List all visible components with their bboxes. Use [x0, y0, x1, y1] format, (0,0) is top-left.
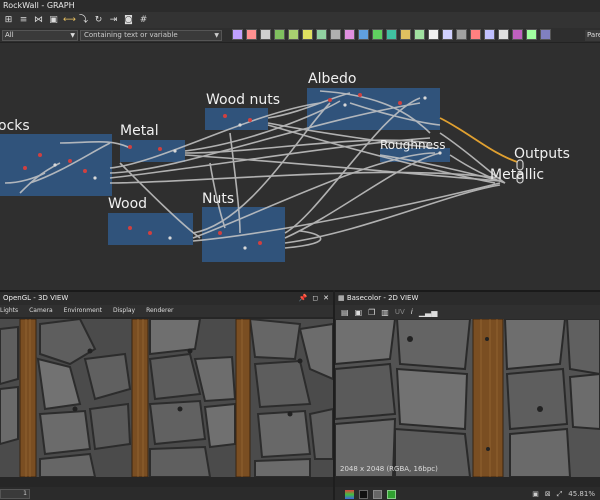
- chevron-down-icon: ▼: [214, 32, 219, 39]
- node-library-icon[interactable]: [344, 29, 355, 40]
- fit-icon[interactable]: ▣: [532, 490, 539, 499]
- node-library-icon[interactable]: [428, 29, 439, 40]
- snapshot-icon[interactable]: ◙: [123, 15, 134, 26]
- branch-icon[interactable]: ⤵: [78, 15, 89, 26]
- chevron-down-icon: ▼: [70, 32, 75, 39]
- view3d-viewport[interactable]: [0, 319, 333, 477]
- copy-icon[interactable]: ❐: [368, 308, 375, 317]
- node-library-icon[interactable]: [358, 29, 369, 40]
- node-library-icons: [232, 29, 551, 40]
- save-icon[interactable]: ▣: [355, 308, 363, 317]
- pin-icon[interactable]: 📌: [299, 292, 308, 305]
- connect-icon[interactable]: ⋈: [33, 15, 44, 26]
- align-icon[interactable]: ≡: [18, 15, 29, 26]
- view3d-header: OpenGL - 3D VIEW 📌 ◻ ✕: [0, 292, 333, 305]
- view3d-title: OpenGL - 3D VIEW: [3, 294, 69, 302]
- view3d-menu-display[interactable]: Display: [113, 305, 135, 317]
- close-icon[interactable]: ✕: [323, 292, 329, 305]
- node-library-icon[interactable]: [246, 29, 257, 40]
- frame-label-wood: Wood: [108, 196, 148, 212]
- node-library-icon[interactable]: [540, 29, 551, 40]
- node-library-icon[interactable]: [372, 29, 383, 40]
- layers-icon[interactable]: ▤: [341, 308, 349, 317]
- node-library-icon[interactable]: [260, 29, 271, 40]
- node-library-icon[interactable]: [442, 29, 453, 40]
- view3d-menu-renderer[interactable]: Renderer: [146, 305, 173, 317]
- graph-canvas[interactable]: ocks Metal Wood nuts Albedo Roughness Ou…: [0, 43, 600, 290]
- gray-bg-icon[interactable]: [373, 490, 382, 499]
- node-filter-select[interactable]: All ▼: [2, 30, 78, 41]
- view3d-footer-select[interactable]: 1: [0, 489, 30, 499]
- node-library-icon[interactable]: [484, 29, 495, 40]
- node-library-icon[interactable]: [316, 29, 327, 40]
- frame-icon[interactable]: ▣: [48, 15, 59, 26]
- view2d-toolbar: ▤ ▣ ❐ ▥ UV 𝑖 ▁▃▅: [335, 305, 600, 319]
- node-library-icon[interactable]: [498, 29, 509, 40]
- node-library-icon[interactable]: [386, 29, 397, 40]
- green-toggle-icon[interactable]: [387, 490, 396, 499]
- node-search-input[interactable]: Containing text or variable ▼: [80, 30, 222, 41]
- view3d-footer-value: 1: [23, 490, 27, 497]
- grid-icon[interactable]: #: [138, 15, 149, 26]
- histogram-icon[interactable]: ▁▃▅: [419, 308, 437, 317]
- view3d-menu-bar: Lights Camera Environment Display Renderer: [0, 305, 333, 317]
- info-icon[interactable]: 𝑖: [411, 307, 413, 317]
- view3d-menu-camera[interactable]: Camera: [29, 305, 53, 317]
- node-library-icon[interactable]: [330, 29, 341, 40]
- uv-button[interactable]: UV: [395, 308, 405, 316]
- view3d-menu-lights[interactable]: Lights: [0, 305, 18, 317]
- node-library-icon[interactable]: [470, 29, 481, 40]
- params-button[interactable]: Pare: [585, 30, 600, 41]
- frame-label-albedo: Albedo: [308, 71, 357, 87]
- channels-icon[interactable]: [345, 490, 354, 499]
- node-library-icon[interactable]: [456, 29, 467, 40]
- graph-toolbar: ⊞ ≡ ⋈ ▣ ⟷ ⤵ ↻ ⇥ ◙ #: [0, 12, 600, 28]
- view2d-title: Basecolor - 2D VIEW: [346, 294, 419, 302]
- view2d-status-bar: ▣ ⊠ ⤢ 45.81%: [335, 487, 600, 500]
- black-bg-icon[interactable]: [359, 490, 368, 499]
- substance-designer-window: RockWall - GRAPH ⊞ ≡ ⋈ ▣ ⟷ ⤵ ↻ ⇥ ◙ # All…: [0, 0, 600, 500]
- frame-label-metal: Metal: [120, 123, 159, 139]
- frame-label-outputs: Outputs: [514, 146, 570, 162]
- basecolor-2d-texture: [335, 319, 600, 477]
- resolution-label: 2048 x 2048 (RGBA, 16bpc): [340, 465, 438, 473]
- fullscreen-icon[interactable]: ⤢: [557, 490, 563, 499]
- view2d-viewport[interactable]: 2048 x 2048 (RGBA, 16bpc): [335, 319, 600, 477]
- view2d-icon: ▦: [338, 294, 347, 302]
- frame-label-roughness: Roughness: [380, 138, 446, 152]
- node-library-icon[interactable]: [274, 29, 285, 40]
- maximize-icon[interactable]: ◻: [312, 292, 318, 305]
- layout-icon[interactable]: ⊞: [3, 15, 14, 26]
- export-icon[interactable]: ⇥: [108, 15, 119, 26]
- link-icon[interactable]: ⟷: [63, 15, 76, 26]
- rock-wall-3d-render: [0, 319, 333, 477]
- graph-panel-title: RockWall - GRAPH: [0, 0, 600, 12]
- frame-view-icon[interactable]: ⊠: [545, 490, 551, 499]
- view2d-header: ▦ Basecolor - 2D VIEW: [335, 292, 600, 305]
- view3d-panel: OpenGL - 3D VIEW 📌 ◻ ✕ Lights Camera Envir…: [0, 290, 333, 500]
- frame-label-wood-nuts: Wood nuts: [206, 92, 281, 108]
- frame-label-metallic: Metallic: [490, 167, 545, 183]
- node-library-icon[interactable]: [288, 29, 299, 40]
- refresh-icon[interactable]: ↻: [93, 15, 104, 26]
- node-library-icon[interactable]: [526, 29, 537, 40]
- node-library-icon[interactable]: [512, 29, 523, 40]
- display-icon[interactable]: ▥: [381, 308, 389, 317]
- frame-label-nuts: Nuts: [202, 191, 235, 207]
- zoom-level[interactable]: 45.81%: [568, 490, 595, 499]
- view2d-panel: ▦ Basecolor - 2D VIEW ▤ ▣ ❐ ▥ UV 𝑖 ▁▃▅ 2…: [335, 290, 600, 500]
- node-filter-value: All: [5, 31, 14, 39]
- frame-label-rocks: ocks: [0, 118, 30, 134]
- node-library-icon[interactable]: [414, 29, 425, 40]
- node-library-icon[interactable]: [400, 29, 411, 40]
- view3d-menu-environment[interactable]: Environment: [64, 305, 102, 317]
- node-library-icon[interactable]: [232, 29, 243, 40]
- view3d-status-bar: 1: [0, 487, 333, 500]
- node-library-icon[interactable]: [302, 29, 313, 40]
- search-placeholder: Containing text or variable: [84, 31, 178, 39]
